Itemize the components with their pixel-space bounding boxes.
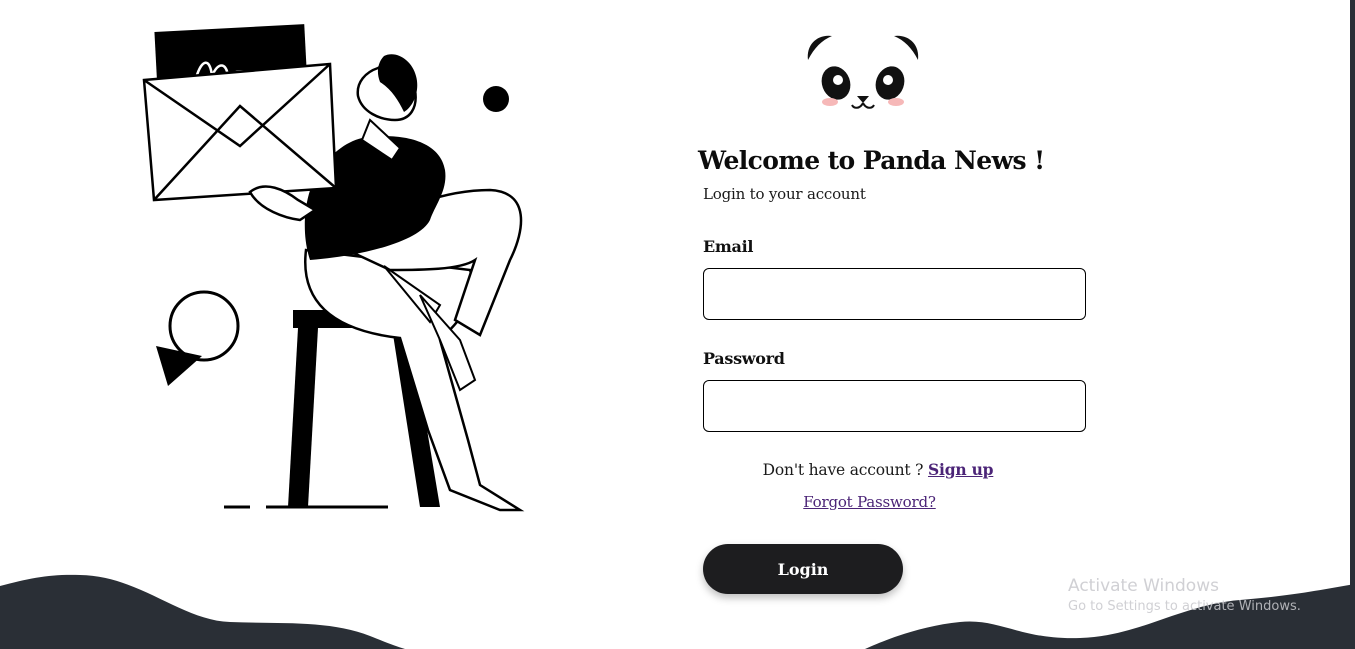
password-label: Password xyxy=(703,349,785,368)
hand-icon xyxy=(248,185,318,222)
signup-link[interactable]: Sign up xyxy=(928,460,993,479)
email-field[interactable] xyxy=(703,268,1086,320)
watermark-subtitle: Go to Settings to activate Windows. xyxy=(1068,599,1301,614)
page-title: Welcome to Panda News ! xyxy=(698,146,1045,175)
decor-dot-icon xyxy=(483,86,509,112)
decor-ring-icon xyxy=(168,290,240,362)
watermark-title: Activate Windows xyxy=(1068,576,1219,596)
page-subtitle: Login to your account xyxy=(703,185,866,203)
activate-windows-watermark: Activate Windows Go to Settings to activ… xyxy=(1068,576,1301,614)
right-edge-strip xyxy=(1350,0,1355,649)
panda-logo-icon xyxy=(807,35,919,109)
email-label: Email xyxy=(703,237,754,256)
person-with-envelope-illustration xyxy=(142,24,525,512)
password-field[interactable] xyxy=(703,380,1086,432)
signup-prompt: Don't have account ? xyxy=(762,461,924,479)
head-icon xyxy=(356,54,418,122)
forgot-password-link[interactable]: Forgot Password? xyxy=(703,493,1036,511)
signup-row: Don't have account ? Sign up xyxy=(703,460,1053,479)
envelope-icon xyxy=(142,24,338,202)
